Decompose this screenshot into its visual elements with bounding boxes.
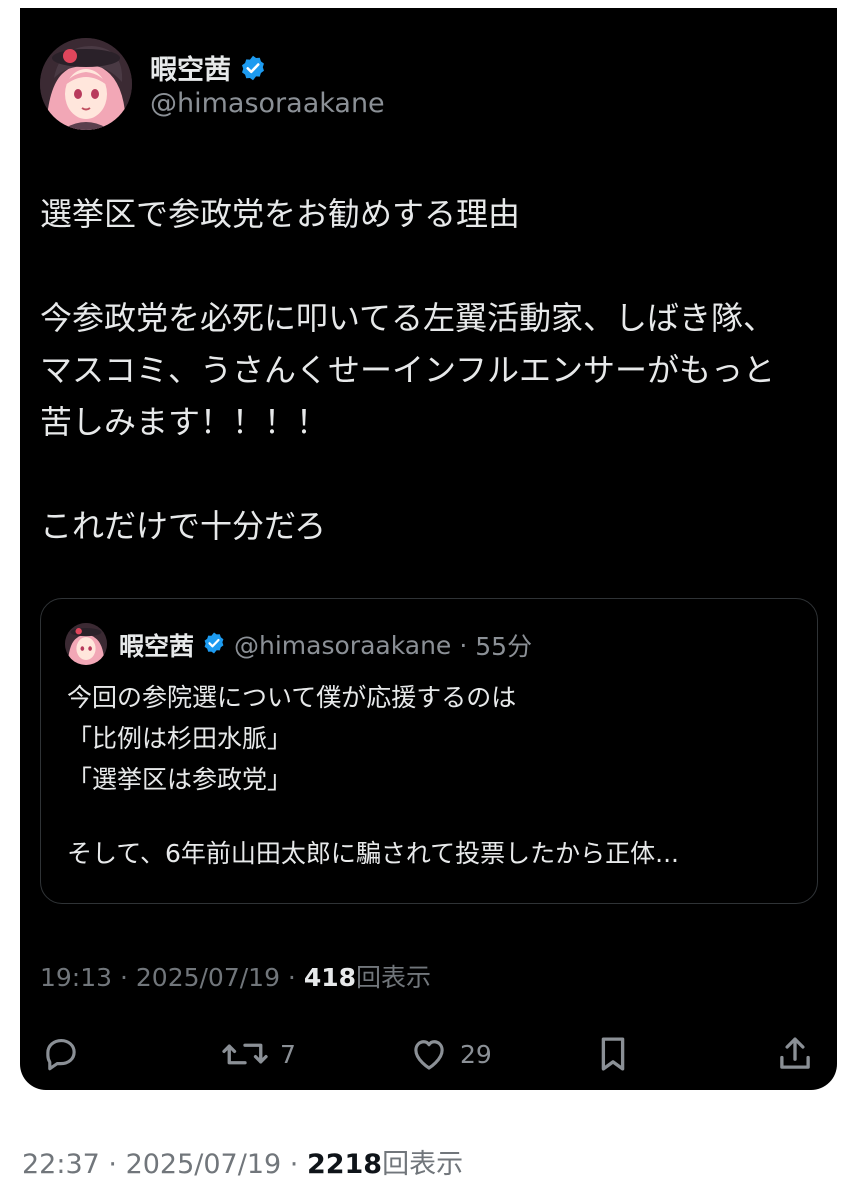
tweet-line: 今参政党を必死に叩いてる左翼活動家、しばき隊、: [40, 299, 776, 337]
tweet-line: 苦しみます！！！！: [40, 403, 329, 441]
quoted-tweet[interactable]: 暇空茜 @himasoraakane · 55分 今回の参院選について僕が応援す…: [40, 598, 818, 904]
tweet-text: 選挙区で参政党をお勧めする理由 今参政党を必死に叩いてる左翼活動家、しばき隊、 …: [40, 188, 820, 552]
heart-icon: [408, 1033, 450, 1075]
tweet-line: これだけで十分だろ: [40, 507, 327, 545]
quoted-separator: ·: [459, 630, 468, 660]
quoted-handle: @himasoraakane: [234, 630, 452, 660]
tweet-line-gap: [40, 448, 820, 500]
meta-separator: ·: [279, 963, 304, 992]
verified-badge-icon: [202, 631, 226, 659]
like-count: 29: [460, 1039, 492, 1069]
display-name[interactable]: 暇空茜: [150, 48, 231, 87]
meta-separator: ·: [281, 1149, 307, 1180]
bookmark-icon: [592, 1033, 634, 1075]
meta-separator: ·: [112, 963, 136, 992]
retweet-button[interactable]: 7: [220, 1026, 296, 1082]
author-row: 暇空茜: [150, 48, 267, 87]
share-button[interactable]: [774, 1026, 816, 1082]
user-handle[interactable]: @himasoraakane: [150, 88, 385, 119]
tweet-card: 暇空茜 @himasoraakane 選挙区で参政党をお勧めする理由 今参政党を…: [20, 8, 837, 1090]
retweet-count: 7: [280, 1039, 296, 1069]
meta-separator: ·: [99, 1149, 126, 1180]
outer-time[interactable]: 22:37: [22, 1149, 100, 1180]
tweet-line: 選挙区で参政党をお勧めする理由: [40, 195, 521, 233]
outer-tweet-meta: 22:37 · 2025/07/19 · 2218回表示: [22, 1142, 463, 1181]
tweet-date[interactable]: 2025/07/19: [136, 963, 280, 992]
tweet-time[interactable]: 19:13: [40, 963, 112, 992]
tweet-line: マスコミ、うさんくせーインフルエンサーがもっと: [40, 351, 776, 389]
outer-view-count[interactable]: 2218: [307, 1149, 382, 1180]
quoted-line: そして、6年前山田太郎に騙されて投票したから正体...: [67, 839, 679, 868]
view-label: 回表示: [356, 963, 432, 992]
like-button[interactable]: 29: [408, 1026, 492, 1082]
quoted-avatar-icon[interactable]: [65, 623, 107, 665]
quoted-display-name: 暇空茜: [119, 632, 195, 661]
quoted-line: 「選挙区は参政党」: [67, 765, 293, 794]
view-count[interactable]: 418: [304, 963, 356, 992]
tweet-meta: 19:13 · 2025/07/19 · 418回表示: [40, 958, 431, 994]
quoted-text: 今回の参院選について僕が応援するのは 「比例は杉田水脈」 「選挙区は参政党」 そ…: [67, 677, 797, 874]
retweet-icon: [220, 1033, 270, 1075]
reply-button[interactable]: [40, 1026, 82, 1082]
verified-badge-icon: [239, 54, 267, 82]
quoted-author-row: 暇空茜 @himasoraakane · 55分: [119, 627, 532, 663]
share-icon: [774, 1033, 816, 1075]
tweet-line-gap: [40, 240, 820, 292]
quoted-time: 55分: [475, 632, 533, 661]
bookmark-button[interactable]: [592, 1026, 634, 1082]
action-bar: 7 29: [20, 1026, 837, 1082]
reply-icon: [40, 1033, 82, 1075]
outer-date[interactable]: 2025/07/19: [126, 1149, 282, 1180]
quoted-line-gap: [67, 800, 797, 833]
view-label: 回表示: [382, 1149, 464, 1180]
anime-avatar-icon[interactable]: [40, 38, 132, 130]
quoted-line: 今回の参院選について僕が応援するのは: [67, 683, 517, 712]
quoted-line: 「比例は杉田水脈」: [67, 724, 293, 753]
